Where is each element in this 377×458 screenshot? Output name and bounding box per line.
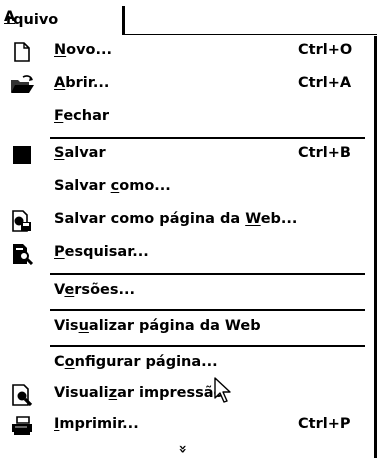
menu-item-visualizar-impressao[interactable]: Visualizar impressão: [0, 379, 374, 411]
save-icon: [9, 144, 35, 166]
save-as-web-page-icon: [9, 210, 35, 232]
menu-item-pesquisar[interactable]: Pesquisar...: [0, 238, 374, 270]
menu-separator: [50, 345, 365, 347]
search-file-icon: [9, 243, 35, 266]
menu-item-shortcut: Ctrl+O: [298, 42, 353, 58]
menu-item-versoes[interactable]: Versões...: [0, 276, 374, 308]
menu-item-shortcut: Ctrl+B: [298, 145, 351, 161]
menu-item-label: Salvar como...: [54, 178, 171, 194]
menu-item-label: Pesquisar...: [54, 244, 149, 260]
menu-separator: [50, 273, 365, 275]
menu-item-salvar-como-pagina-web[interactable]: Salvar como página da Web...: [0, 205, 374, 237]
menu-item-salvar[interactable]: Salvar Ctrl+B: [0, 139, 374, 171]
menu-item-visualizar-pagina-web[interactable]: Visualizar página da Web: [0, 312, 374, 344]
menu-item-label: Versões...: [54, 282, 136, 298]
menu-item-label: Salvar como página da Web...: [54, 211, 298, 227]
mouse-cursor-icon: [214, 377, 231, 403]
expand-menu-chevron-icon[interactable]: »: [175, 444, 191, 453]
menu-item-fechar[interactable]: Fechar: [0, 102, 374, 134]
menu-item-label: Configurar página...: [54, 354, 218, 370]
menu-item-label: Abrir...: [54, 75, 110, 91]
print-preview-icon: [9, 384, 35, 407]
menu-bar: Arquivo: [0, 0, 377, 36]
menu-item-label: Salvar: [54, 145, 106, 161]
menu-separator: [50, 309, 365, 311]
menu-item-label: Imprimir...: [54, 416, 139, 432]
menu-item-configurar-pagina[interactable]: Configurar página...: [0, 348, 374, 380]
menu-item-novo[interactable]: Novo... Ctrl+O: [0, 36, 374, 68]
printer-icon: [9, 415, 35, 437]
menu-item-salvar-como[interactable]: Salvar como...: [0, 172, 374, 204]
file-menu: Novo... Ctrl+O Abrir... Ctrl+A Fechar Sa…: [0, 36, 377, 458]
new-document-icon: [9, 41, 35, 63]
menu-item-label: Novo...: [54, 42, 113, 58]
menu-item-label: Fechar: [54, 108, 110, 124]
menu-item-imprimir[interactable]: Imprimir... Ctrl+P: [0, 410, 374, 442]
menu-item-abrir[interactable]: Abrir... Ctrl+A: [0, 69, 374, 101]
menu-title-label: Arquivo: [4, 9, 59, 28]
open-folder-icon: [9, 74, 35, 96]
menu-item-label: Visualizar impressão: [54, 385, 224, 401]
menu-item-label: Visualizar página da Web: [54, 318, 261, 334]
menu-item-shortcut: Ctrl+A: [298, 75, 352, 91]
menu-item-shortcut: Ctrl+P: [298, 416, 351, 432]
menu-title-arquivo[interactable]: Arquivo: [0, 6, 125, 36]
